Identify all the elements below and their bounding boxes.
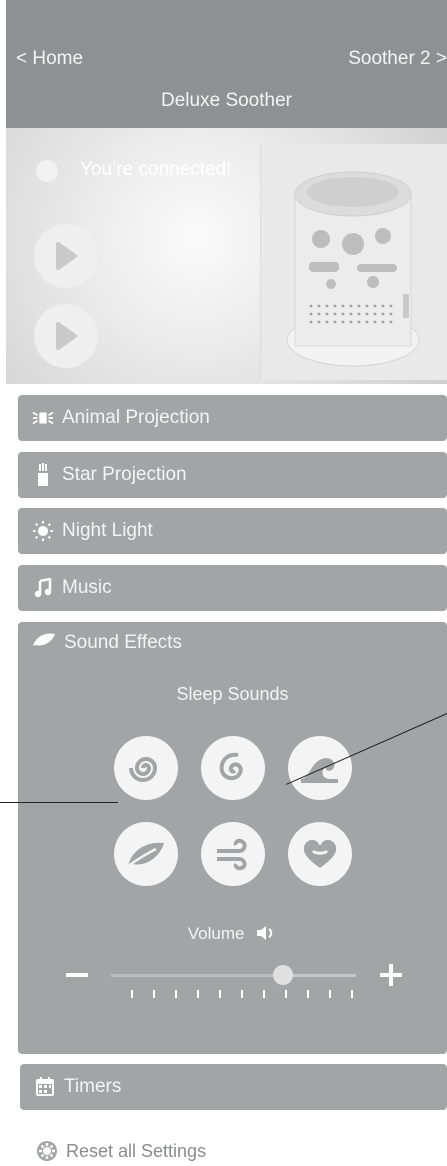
sound-swirl-button[interactable] [201,736,265,800]
night-light-icon [32,520,54,542]
connection-status-text: You’re connected! [80,159,232,180]
volume-tick [285,990,287,998]
volume-tick [241,990,243,998]
play-button-1[interactable] [34,224,98,288]
soother-product-image [260,144,447,380]
volume-tick [131,990,133,998]
volume-tick [263,990,265,998]
volume-slider-fill [111,974,283,977]
sound-effects-panel: Sound Effects Sleep Sounds Volume [18,622,447,1054]
volume-tick [219,990,221,998]
play-icon [56,322,77,350]
volume-increase-button-vertical[interactable] [389,964,393,986]
volume-tick [329,990,331,998]
sound-leaf-button[interactable] [114,822,178,886]
volume-slider-thumb[interactable] [272,965,293,985]
sound-wind-button[interactable] [201,822,265,886]
swirl-icon [219,752,243,780]
speaker-icon [257,926,273,940]
row-timers[interactable]: Timers [20,1064,447,1110]
animal-projection-icon [32,407,54,429]
heart-icon [303,839,337,868]
annotation-line-sounds [0,802,118,803]
sleep-sounds-title: Sleep Sounds [176,684,289,704]
home-back-link[interactable]: < Home [16,48,83,70]
volume-label-group: Volume [18,924,447,944]
row-music[interactable]: Music [18,565,447,611]
volume-tick [175,990,177,998]
volume-tick [351,990,353,998]
row-label: Night Light [62,520,153,541]
connection-status-dot [36,160,58,182]
play-icon [56,242,77,270]
sound-effects-header[interactable]: Sound Effects [18,632,182,654]
device-hero: You’re connected! [6,128,447,384]
wind-icon [217,838,247,871]
sound-effects-label: Sound Effects [64,632,182,653]
row-star-projection[interactable]: Star Projection [18,452,447,498]
star-projection-icon [32,463,54,486]
volume-tick [153,990,155,998]
gear-icon [37,1141,57,1161]
row-label: Animal Projection [62,407,210,428]
sound-heart-button[interactable] [288,822,352,886]
leaf-icon [127,842,164,868]
calendar-icon [34,1076,56,1098]
volume-label: Volume [187,924,245,943]
leaf-icon [32,632,56,654]
row-label: Music [62,577,112,598]
next-soother-link[interactable]: Soother 2 > [348,48,447,70]
volume-tick [307,990,309,998]
reset-label: Reset all Settings [66,1140,207,1161]
volume-slider-track[interactable] [111,974,356,977]
app-header: < Home Soother 2 > Deluxe Soother [6,0,447,128]
row-label: Star Projection [62,464,187,485]
volume-tick [197,990,199,998]
reset-all-settings[interactable]: Reset all Settings [36,1140,206,1162]
row-animal-projection[interactable]: Animal Projection [18,395,447,441]
row-night-light[interactable]: Night Light [18,508,447,554]
play-button-2[interactable] [34,304,98,368]
row-label: Timers [64,1076,122,1097]
volume-decrease-button[interactable] [66,973,88,977]
page-title: Deluxe Soother [161,90,292,111]
music-note-icon [32,577,54,599]
spiral-icon [129,757,158,782]
sound-spiral-button[interactable] [114,736,178,800]
